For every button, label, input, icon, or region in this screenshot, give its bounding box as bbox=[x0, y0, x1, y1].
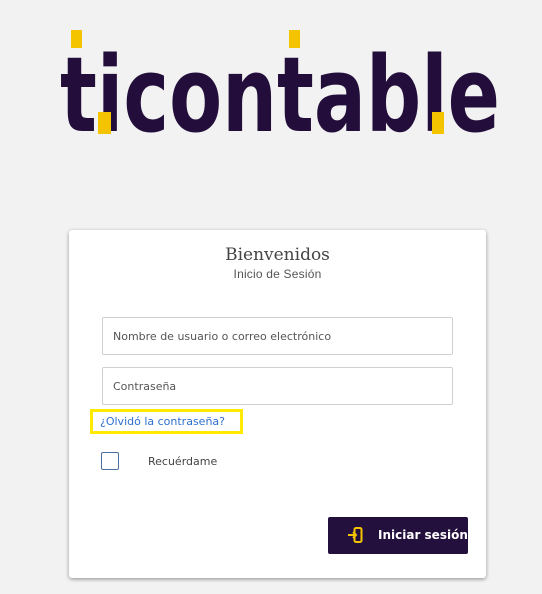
sign-in-icon bbox=[348, 527, 363, 543]
logo-accent-bottom-1 bbox=[98, 112, 111, 134]
login-button[interactable]: Iniciar sesión bbox=[328, 517, 468, 554]
logo-accent-top-2 bbox=[289, 30, 300, 48]
ticontable-logo: ticontable bbox=[60, 30, 500, 156]
remember-me-checkbox[interactable] bbox=[101, 452, 119, 470]
welcome-title: Bienvenidos bbox=[225, 245, 330, 265]
logo-accent-bottom-2 bbox=[432, 112, 444, 134]
logo-wordmark: ticontable bbox=[60, 34, 500, 156]
logo-accent-top-1 bbox=[71, 30, 82, 48]
username-field[interactable] bbox=[102, 317, 453, 355]
login-subtitle: Inicio de Sesión bbox=[233, 267, 322, 281]
remember-me-label: Recuérdame bbox=[148, 455, 218, 468]
forgot-password-highlight: ¿Olvidó la contraseña? bbox=[90, 409, 243, 434]
login-button-label: Iniciar sesión bbox=[378, 528, 468, 542]
password-field[interactable] bbox=[102, 367, 453, 405]
login-card: Bienvenidos Inicio de Sesión ¿Olvidó la … bbox=[69, 230, 486, 578]
forgot-password-link[interactable]: ¿Olvidó la contraseña? bbox=[100, 415, 225, 428]
